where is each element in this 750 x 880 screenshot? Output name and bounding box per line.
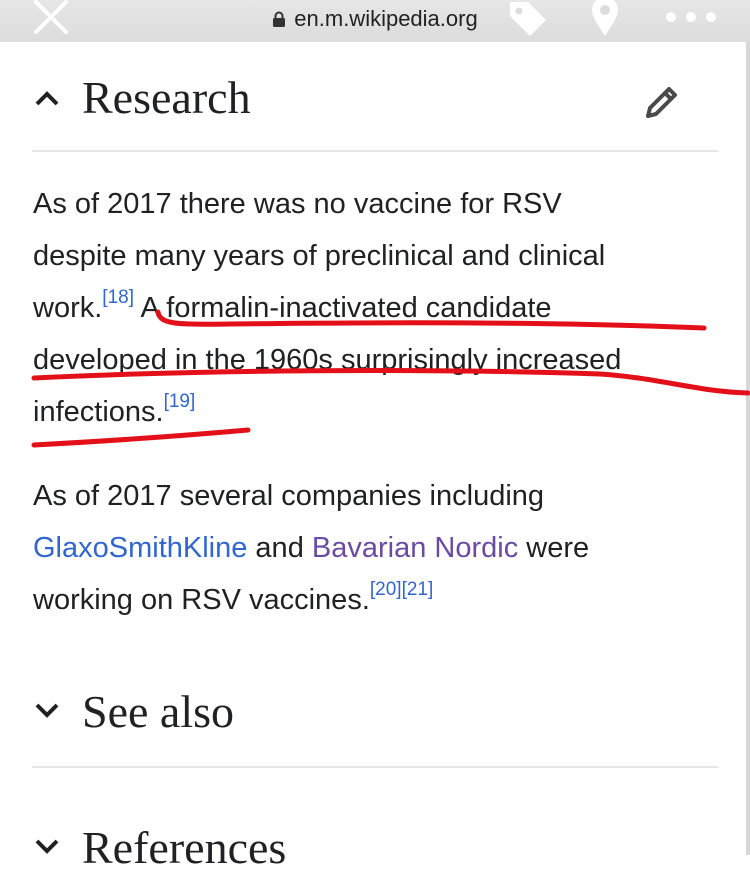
chevron-up-icon[interactable] [34, 89, 60, 107]
lock-icon [273, 11, 286, 27]
section-title-research: Research [82, 72, 251, 123]
text-fragment: infections. [33, 396, 164, 428]
text-line: working on RSV vaccines.[20][21] [33, 574, 723, 626]
citation-link[interactable]: [21] [402, 579, 434, 600]
text-line: As of 2017 there was no vaccine for RSV [33, 188, 562, 220]
citation-link[interactable]: [19] [164, 391, 196, 412]
text-fragment: working on RSV vaccines. [33, 584, 370, 616]
address-bar[interactable]: en.m.wikipedia.org [0, 6, 750, 32]
browser-toolbar: en.m.wikipedia.org [0, 0, 750, 42]
location-pin-icon[interactable] [588, 0, 622, 38]
section-header-references[interactable]: References [32, 820, 718, 880]
url-text: en.m.wikipedia.org [294, 6, 478, 31]
tag-icon[interactable] [506, 0, 548, 38]
research-paragraph-1: As of 2017 there was no vaccine for RSV … [33, 178, 723, 438]
text-line: GlaxoSmithKline and Bavarian Nordic were [33, 522, 723, 574]
section-title-see-also: See also [82, 686, 235, 737]
more-icon[interactable] [664, 10, 718, 24]
research-paragraph-2: As of 2017 several companies including G… [33, 470, 723, 626]
text-line: infections.[19] [33, 386, 723, 438]
chevron-down-icon[interactable] [34, 837, 60, 855]
edit-pencil-icon[interactable] [642, 82, 682, 122]
citation-link[interactable]: [18] [102, 287, 134, 308]
section-header-see-also[interactable]: See also [32, 684, 718, 744]
text-fragment: and [247, 532, 312, 564]
text-fragment: A formalin-inactivated candidate [140, 292, 552, 324]
text-line: As of 2017 several companies including [33, 480, 545, 512]
link-bavarian-nordic[interactable]: Bavarian Nordic [312, 532, 518, 564]
text-fragment: were [518, 532, 590, 564]
text-fragment: work. [33, 292, 103, 324]
section-divider [32, 766, 718, 768]
link-glaxosmithkline[interactable]: GlaxoSmithKline [33, 532, 247, 564]
section-title-references: References [82, 822, 287, 873]
citation-link[interactable]: [20] [370, 579, 402, 600]
scroll-edge [746, 42, 750, 855]
text-line: despite many years of preclinical and cl… [33, 240, 606, 272]
text-line: work.[18] A formalin-inactivated candida… [33, 282, 723, 334]
chevron-down-icon[interactable] [34, 701, 60, 719]
article-content: Research As of 2017 there was no vaccine… [0, 42, 746, 873]
section-divider [32, 150, 718, 152]
section-header-research[interactable]: Research [32, 70, 718, 130]
text-line: developed in the 1960s surprisingly incr… [33, 344, 622, 376]
